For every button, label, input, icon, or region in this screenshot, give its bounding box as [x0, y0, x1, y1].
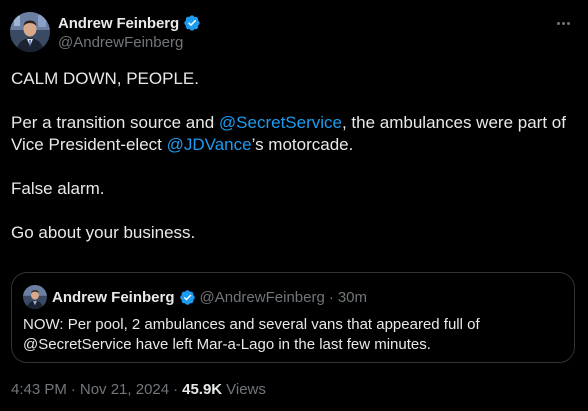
author-name-row: Andrew Feinberg	[58, 13, 201, 33]
meta-separator: ·	[70, 381, 76, 398]
quoted-separator: ·	[328, 288, 334, 306]
author-avatar[interactable]	[10, 12, 50, 52]
mention-link-jdvance[interactable]: @JDVance	[167, 135, 252, 154]
tweet-text: CALM DOWN, PEOPLE. Per a transition sour…	[11, 68, 581, 266]
verified-badge-icon[interactable]	[179, 289, 196, 306]
tweet-date[interactable]: Nov 21, 2024	[80, 381, 169, 398]
tweet-paragraph: Per a transition source and @SecretServi…	[11, 112, 581, 156]
author-display-name[interactable]: Andrew Feinberg	[58, 15, 179, 32]
quoted-display-name[interactable]: Andrew Feinberg	[52, 289, 175, 306]
quoted-timestamp[interactable]: 30m	[338, 289, 367, 306]
verified-badge-icon[interactable]	[183, 14, 201, 32]
views-count: 45.9K	[182, 381, 223, 398]
dot	[566, 21, 570, 25]
quoted-tweet[interactable]: Andrew Feinberg @AndrewFeinberg · 30m NO…	[11, 272, 575, 363]
tweet-paragraph: False alarm.	[11, 178, 581, 200]
tweet-text-run: Go about your business.	[11, 223, 196, 242]
tweet-text-run: False alarm.	[11, 179, 105, 198]
tweet-card: Andrew Feinberg @AndrewFeinberg CALM DOW…	[0, 0, 588, 411]
dot	[561, 21, 565, 25]
dot	[556, 21, 560, 25]
tweet-paragraph: CALM DOWN, PEOPLE.	[11, 68, 581, 90]
quoted-text: NOW: Per pool, 2 ambulances and several …	[23, 316, 480, 353]
quoted-header: Andrew Feinberg @AndrewFeinberg · 30m	[52, 287, 367, 307]
tweet-text-run: CALM DOWN, PEOPLE.	[11, 69, 199, 88]
author-handle[interactable]: @AndrewFeinberg	[58, 34, 183, 51]
quoted-author-avatar[interactable]	[23, 285, 47, 309]
mention-link-secretservice[interactable]: @SecretService	[219, 113, 342, 132]
tweet-paragraph: Go about your business.	[11, 222, 581, 244]
tweet-text-run: ’s motorcade.	[251, 135, 354, 154]
tweet-time[interactable]: 4:43 PM	[11, 381, 67, 398]
more-dots-icon[interactable]	[552, 14, 574, 32]
views-label: Views	[226, 381, 266, 398]
quoted-handle[interactable]: @AndrewFeinberg	[200, 289, 325, 306]
tweet-text-run: Per a transition source and	[11, 113, 219, 132]
meta-separator: ·	[173, 381, 179, 398]
tweet-metadata: 4:43 PM · Nov 21, 2024 · 45.9K Views	[11, 381, 266, 398]
